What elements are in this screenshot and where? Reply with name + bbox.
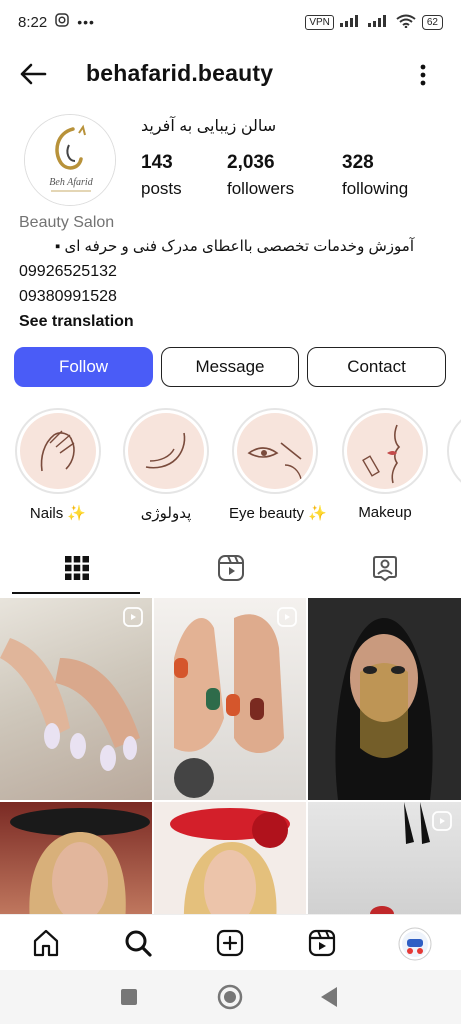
signal-icon (339, 14, 362, 30)
highlight-nails[interactable]: Nails ✨ (12, 408, 104, 522)
stat-following-label: following (342, 179, 409, 198)
stat-following[interactable]: 328 following (342, 152, 408, 199)
reel-badge-icon (432, 811, 452, 831)
highlight-label: پدولوژی (140, 505, 192, 522)
profile-avatar[interactable]: Beh Afarid (24, 114, 116, 206)
profile-username: behafarid.beauty (86, 60, 274, 86)
search-icon[interactable] (122, 927, 154, 959)
post-thumbnail[interactable] (0, 598, 152, 800)
contact-button[interactable]: Contact (307, 347, 446, 387)
vpn-badge: VPN (305, 14, 334, 30)
highlight-ring (123, 408, 209, 494)
profile-tabs (0, 542, 461, 594)
reels-icon (217, 555, 244, 581)
profile-header: behafarid.beauty (0, 50, 461, 98)
wifi-icon (396, 14, 416, 31)
follow-button[interactable]: Follow (14, 347, 153, 387)
create-post-icon[interactable] (214, 927, 246, 959)
message-button[interactable]: Message (161, 347, 299, 387)
post-image (10, 808, 150, 914)
highlight-partial[interactable] (447, 408, 461, 494)
stat-followers-value: 2,036 (227, 152, 275, 173)
lipstick-face-icon (347, 413, 423, 489)
stat-following-value: 328 (342, 152, 374, 173)
grid-icon (64, 556, 89, 580)
more-options-icon[interactable] (412, 61, 434, 89)
back-triangle-icon[interactable] (319, 985, 339, 1014)
stat-followers[interactable]: 2,036 followers (227, 152, 294, 199)
back-arrow-icon[interactable] (18, 62, 48, 86)
highlight-ring (447, 408, 461, 494)
foot-icon (128, 413, 204, 489)
profile-avatar-icon[interactable] (398, 927, 432, 961)
post-image (335, 618, 433, 800)
post-image (170, 808, 290, 914)
system-navigation-bar (0, 970, 461, 1024)
battery-indicator: 62 (421, 14, 443, 30)
stat-posts[interactable]: 143 posts (141, 152, 182, 199)
eye-icon (237, 413, 313, 489)
reel-badge-icon (123, 607, 143, 627)
avatar-logo: Beh Afarid (25, 115, 115, 205)
tagged-person-icon (372, 556, 397, 582)
instagram-notification-icon (55, 13, 69, 31)
status-time: 8:22 (18, 13, 48, 31)
highlight-makeup[interactable]: Makeup (339, 408, 431, 521)
stat-posts-value: 143 (141, 152, 173, 173)
reels-nav-icon[interactable] (306, 927, 338, 959)
highlight-ring (15, 408, 101, 494)
reel-badge-icon (277, 607, 297, 627)
active-tab-indicator (12, 592, 140, 594)
home-icon[interactable] (30, 927, 62, 959)
highlight-ring (342, 408, 428, 494)
post-image (0, 638, 140, 771)
highlight-pedology[interactable]: پدولوژی (120, 408, 212, 522)
posts-grid (0, 598, 461, 914)
recents-square-icon[interactable] (119, 987, 139, 1012)
highlight-label: Makeup (358, 504, 412, 521)
tab-tagged[interactable] (308, 542, 461, 594)
nails-hand-icon (20, 413, 96, 489)
profile-phone-2[interactable]: 09380991528 (19, 288, 117, 306)
more-notifications-icon: ••• (77, 14, 95, 30)
tab-posts-grid[interactable] (0, 542, 153, 594)
status-bar: 8:22 ••• VPN 62 (0, 0, 461, 44)
tab-reels[interactable] (154, 542, 307, 594)
post-thumbnail[interactable] (0, 802, 152, 914)
post-image (174, 614, 284, 798)
post-thumbnail[interactable] (308, 598, 461, 800)
profile-phone-1[interactable]: 09926525132 (19, 263, 117, 281)
profile-category: Beauty Salon (19, 214, 115, 231)
highlight-eye-beauty[interactable]: Eye beauty ✨ (229, 408, 327, 522)
home-circle-icon[interactable] (217, 984, 243, 1015)
post-thumbnail[interactable] (154, 598, 306, 800)
profile-full-name: سالن زیبایی به آفرید (141, 118, 277, 135)
bottom-navigation (0, 914, 461, 970)
highlight-label: Eye beauty ✨ (229, 505, 327, 522)
post-thumbnail[interactable] (154, 802, 306, 914)
signal-icon-2 (367, 14, 390, 30)
highlight-ring (232, 408, 318, 494)
svg-text:Beh Afarid: Beh Afarid (49, 177, 93, 188)
stat-posts-label: posts (141, 179, 182, 198)
stat-followers-label: followers (227, 179, 295, 198)
highlight-label: Nails ✨ (29, 505, 87, 522)
profile-bio: آموزش وخدمات تخصصی بااعطای مدرک فنی و حر… (55, 238, 414, 255)
post-thumbnail[interactable] (308, 802, 461, 914)
see-translation-link[interactable]: See translation (19, 313, 134, 331)
